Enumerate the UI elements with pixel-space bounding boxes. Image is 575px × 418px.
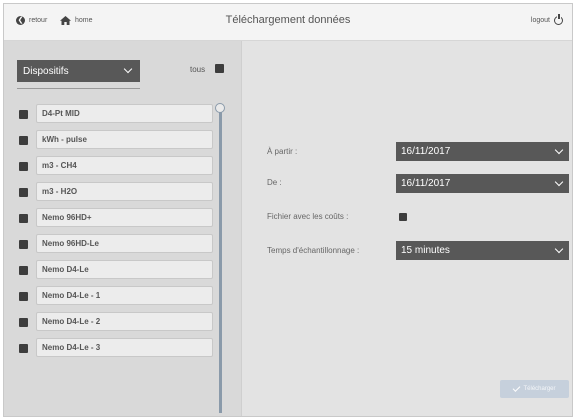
chevron-down-icon — [554, 145, 564, 155]
list-item: Nemo D4-Le - 2 — [19, 312, 214, 332]
list-item: Nemo 96HD-Le — [19, 234, 214, 254]
select-underline — [17, 88, 140, 89]
device-checkbox[interactable] — [19, 188, 28, 197]
list-item: Nemo D4-Le — [19, 260, 214, 280]
chevron-down-icon — [554, 244, 564, 254]
list-item: m3 - CH4 — [19, 156, 214, 176]
power-icon — [554, 14, 563, 25]
checkmark-icon — [513, 384, 521, 392]
from-date-value: 16/11/2017 — [401, 146, 451, 157]
sampling-value: 15 minutes — [401, 245, 450, 256]
device-checkbox[interactable] — [19, 344, 28, 353]
list-item: m3 - H2O — [19, 182, 214, 202]
device-checkbox[interactable] — [19, 136, 28, 145]
list-item: Nemo D4-Le - 1 — [19, 286, 214, 306]
from-date-select[interactable]: 16/11/2017 — [396, 142, 569, 161]
device-button[interactable]: D4-Pt MID — [36, 104, 213, 123]
app-screen: ❮ retour home Téléchargement données log… — [3, 3, 573, 417]
download-button[interactable]: Télécharger — [500, 380, 569, 398]
device-button[interactable]: Nemo 96HD-Le — [36, 234, 213, 253]
list-item: Nemo 96HD+ — [19, 208, 214, 228]
device-button[interactable]: Nemo D4-Le - 2 — [36, 312, 213, 331]
select-all-checkbox[interactable] — [215, 64, 224, 73]
header-bar: ❮ retour home Téléchargement données log… — [4, 4, 572, 41]
download-label: Télécharger — [523, 386, 556, 392]
chevron-down-icon — [123, 64, 133, 74]
to-date-select[interactable]: 16/11/2017 — [396, 174, 569, 193]
device-type-select[interactable]: Dispositifs — [17, 60, 140, 82]
logout-label: logout — [530, 17, 550, 24]
device-button[interactable]: Nemo D4-Le - 1 — [36, 286, 213, 305]
logout-button[interactable]: logout — [530, 14, 563, 25]
sampling-label: Temps d'échantillonnage : — [267, 246, 360, 255]
device-button[interactable]: Nemo 96HD+ — [36, 208, 213, 227]
chevron-down-icon — [554, 177, 564, 187]
scrollbar-track[interactable] — [219, 110, 222, 413]
from-label: À partir : — [267, 147, 298, 156]
device-checkbox[interactable] — [19, 162, 28, 171]
list-item: D4-Pt MID — [19, 104, 214, 124]
list-item: kWh - pulse — [19, 130, 214, 150]
device-checkbox[interactable] — [19, 214, 28, 223]
device-checkbox[interactable] — [19, 110, 28, 119]
device-button[interactable]: Nemo D4-Le — [36, 260, 213, 279]
device-button[interactable]: m3 - H2O — [36, 182, 213, 201]
costs-checkbox[interactable] — [399, 213, 407, 221]
to-label: De : — [267, 178, 282, 187]
sampling-select[interactable]: 15 minutes — [396, 241, 569, 260]
page-title: Téléchargement données — [225, 14, 351, 26]
list-item: Nemo D4-Le - 3 — [19, 338, 214, 358]
scrollbar-thumb[interactable] — [215, 103, 225, 113]
device-checkbox[interactable] — [19, 318, 28, 327]
device-button[interactable]: m3 - CH4 — [36, 156, 213, 175]
to-date-value: 16/11/2017 — [401, 178, 451, 189]
device-checkbox[interactable] — [19, 292, 28, 301]
device-button[interactable]: Nemo D4-Le - 3 — [36, 338, 213, 357]
costs-label: Fichier avec les coûts : — [267, 212, 349, 221]
device-button[interactable]: kWh - pulse — [36, 130, 213, 149]
device-checkbox[interactable] — [19, 240, 28, 249]
device-type-value: Dispositifs — [23, 65, 69, 77]
device-checkbox[interactable] — [19, 266, 28, 275]
select-all-label: tous — [190, 65, 206, 74]
device-panel — [4, 41, 242, 416]
